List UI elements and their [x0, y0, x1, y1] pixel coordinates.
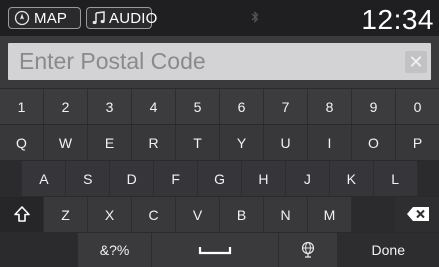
- key-l[interactable]: L: [374, 161, 418, 197]
- key-d[interactable]: D: [110, 161, 154, 197]
- key-3[interactable]: 3: [88, 89, 132, 125]
- globe-icon: [300, 241, 316, 259]
- key-h[interactable]: H: [242, 161, 286, 197]
- key-5[interactable]: 5: [176, 89, 220, 125]
- music-note-icon: [91, 10, 107, 26]
- postal-code-field[interactable]: ✕: [8, 43, 431, 80]
- language-key[interactable]: [279, 233, 338, 267]
- symbols-key[interactable]: &?%: [78, 233, 152, 267]
- bluetooth-icon: [251, 10, 259, 29]
- close-icon: ✕: [408, 52, 423, 73]
- shift-icon: [13, 205, 31, 226]
- key-2[interactable]: 2: [44, 89, 88, 125]
- audio-button[interactable]: AUDIO: [86, 7, 152, 29]
- key-0[interactable]: 0: [396, 89, 439, 125]
- keyboard-row-zxcv: Z X C V B N M: [0, 196, 439, 233]
- key-i[interactable]: I: [308, 125, 352, 161]
- key-j[interactable]: J: [286, 161, 330, 197]
- key-v[interactable]: V: [176, 197, 220, 233]
- done-button[interactable]: Done: [338, 233, 439, 267]
- key-q[interactable]: Q: [0, 125, 44, 161]
- key-n[interactable]: N: [264, 197, 308, 233]
- key-spacer: [0, 161, 22, 197]
- key-s[interactable]: S: [66, 161, 110, 197]
- backspace-key[interactable]: [396, 197, 439, 233]
- key-4[interactable]: 4: [132, 89, 176, 125]
- space-key[interactable]: [152, 233, 279, 267]
- key-spacer: [0, 233, 78, 267]
- key-1[interactable]: 1: [0, 89, 44, 125]
- key-p[interactable]: P: [396, 125, 439, 161]
- key-o[interactable]: O: [352, 125, 396, 161]
- audio-button-label: AUDIO: [109, 10, 158, 27]
- shift-key[interactable]: [0, 197, 44, 233]
- key-m[interactable]: M: [308, 197, 352, 233]
- key-8[interactable]: 8: [308, 89, 352, 125]
- key-w[interactable]: W: [44, 125, 88, 161]
- key-f[interactable]: F: [154, 161, 198, 197]
- clock: 12:34: [361, 4, 434, 36]
- map-button-label: MAP: [34, 10, 67, 27]
- keyboard-row-qwerty: Q W E R T Y U I O P: [0, 124, 439, 161]
- key-9[interactable]: 9: [352, 89, 396, 125]
- compass-icon: [14, 10, 30, 26]
- keyboard-row-asdf: A S D F G H J K L: [0, 160, 439, 197]
- on-screen-keyboard: 1 2 3 4 5 6 7 8 9 0 Q W E R T Y U I O P …: [0, 88, 439, 266]
- backspace-icon: [407, 207, 429, 224]
- key-u[interactable]: U: [264, 125, 308, 161]
- key-spacer: [418, 161, 439, 197]
- key-r[interactable]: R: [132, 125, 176, 161]
- key-e[interactable]: E: [88, 125, 132, 161]
- key-k[interactable]: K: [330, 161, 374, 197]
- key-6[interactable]: 6: [220, 89, 264, 125]
- key-spacer: [352, 197, 396, 233]
- map-button[interactable]: MAP: [8, 7, 81, 29]
- keyboard-row-bottom: &?% Done: [0, 232, 439, 267]
- key-a[interactable]: A: [22, 161, 66, 197]
- postal-code-input[interactable]: [8, 43, 388, 80]
- key-7[interactable]: 7: [264, 89, 308, 125]
- space-bar-icon: [198, 242, 232, 258]
- key-z[interactable]: Z: [44, 197, 88, 233]
- key-x[interactable]: X: [88, 197, 132, 233]
- keyboard-row-numbers: 1 2 3 4 5 6 7 8 9 0: [0, 88, 439, 125]
- key-g[interactable]: G: [198, 161, 242, 197]
- clear-button[interactable]: ✕: [405, 51, 427, 73]
- status-bar: MAP AUDIO 12:34: [0, 0, 439, 36]
- key-t[interactable]: T: [176, 125, 220, 161]
- key-b[interactable]: B: [220, 197, 264, 233]
- key-y[interactable]: Y: [220, 125, 264, 161]
- key-c[interactable]: C: [132, 197, 176, 233]
